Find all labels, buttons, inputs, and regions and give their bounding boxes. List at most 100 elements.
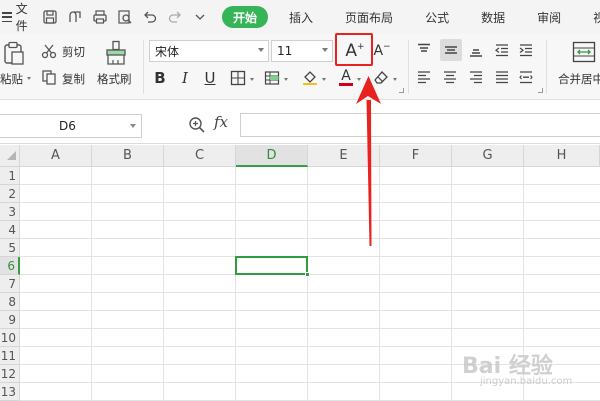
- align-top-icon[interactable]: [414, 40, 434, 60]
- fill-color-icon[interactable]: [300, 67, 320, 87]
- alignment-dialog-launcher-icon[interactable]: [538, 88, 543, 93]
- align-left-icon[interactable]: [414, 67, 434, 87]
- grid-line: [163, 167, 164, 401]
- chevron-down-icon: [130, 124, 136, 128]
- cut-label[interactable]: 剪切: [62, 44, 85, 60]
- row-header-12[interactable]: 12: [0, 365, 20, 383]
- distribute-icon[interactable]: [516, 67, 536, 87]
- row-header-8[interactable]: 8: [0, 293, 20, 311]
- align-center-icon[interactable]: [440, 67, 460, 87]
- grid-line: [20, 346, 600, 347]
- font-size-select[interactable]: 11: [271, 40, 333, 62]
- borders-icon[interactable]: [228, 68, 248, 88]
- save-icon[interactable]: [42, 9, 58, 25]
- tab-view[interactable]: 视图: [582, 6, 600, 28]
- paste-label[interactable]: 粘贴: [0, 71, 23, 87]
- cut-icon[interactable]: [40, 42, 58, 60]
- row-header-5[interactable]: 5: [0, 239, 20, 257]
- row-header-4[interactable]: 4: [0, 221, 20, 239]
- column-header-b[interactable]: B: [92, 145, 164, 167]
- column-header-c[interactable]: C: [164, 145, 236, 167]
- tab-insert[interactable]: 插入: [278, 6, 324, 28]
- select-all-triangle-icon: [7, 151, 16, 160]
- tab-data[interactable]: 数据: [470, 6, 516, 28]
- italic-button[interactable]: I: [175, 68, 195, 88]
- tab-home[interactable]: 开始: [222, 6, 269, 28]
- font-dialog-launcher-icon[interactable]: [399, 88, 404, 93]
- highlight-box: [335, 33, 373, 66]
- row-header-1[interactable]: 1: [0, 167, 20, 185]
- indent-increase-icon[interactable]: [516, 40, 536, 60]
- hamburger-icon: [2, 12, 12, 22]
- customize-toolbar-icon[interactable]: [192, 9, 208, 25]
- row-header-6[interactable]: 6: [0, 257, 20, 275]
- copy-icon[interactable]: [40, 68, 58, 86]
- undo-icon[interactable]: [142, 9, 158, 25]
- file-menu[interactable]: 文件: [0, 0, 32, 34]
- fill-color-dropdown-icon[interactable]: [322, 78, 326, 81]
- align-bottom-icon[interactable]: [466, 40, 486, 60]
- font-name-select[interactable]: 宋体: [149, 40, 269, 62]
- paste-icon[interactable]: [3, 41, 25, 65]
- redo-icon[interactable]: [167, 9, 183, 25]
- fill-handle[interactable]: [305, 272, 310, 277]
- grid-line: [20, 238, 600, 239]
- fx-label[interactable]: fx: [214, 113, 228, 131]
- eraser-dropdown-icon[interactable]: [393, 78, 397, 81]
- grid-line: [235, 167, 236, 401]
- format-painter-icon[interactable]: [104, 40, 128, 66]
- underline-button[interactable]: U: [200, 68, 220, 88]
- row-header-10[interactable]: 10: [0, 329, 20, 347]
- watermark-url: jingyan.baidu.com: [480, 376, 573, 387]
- row-header-9[interactable]: 9: [0, 311, 20, 329]
- column-header-d[interactable]: D: [236, 145, 308, 167]
- justify-icon[interactable]: [492, 67, 512, 87]
- selected-cell[interactable]: [235, 256, 308, 275]
- export-icon[interactable]: [67, 9, 83, 25]
- decrease-font-size-button[interactable]: A −: [372, 40, 392, 62]
- print-icon[interactable]: [92, 9, 108, 25]
- column-header-g[interactable]: G: [452, 145, 524, 167]
- copy-label[interactable]: 复制: [62, 71, 85, 87]
- row-header-11[interactable]: 11: [0, 347, 20, 365]
- format-painter-label[interactable]: 格式刷: [97, 71, 132, 87]
- merge-center-icon[interactable]: [572, 41, 596, 63]
- row-header-3[interactable]: 3: [0, 203, 20, 221]
- row-header-2[interactable]: 2: [0, 185, 20, 203]
- column-header-f[interactable]: F: [380, 145, 452, 167]
- grid-line: [20, 184, 600, 185]
- tab-formulas[interactable]: 公式: [414, 6, 460, 28]
- align-middle-icon[interactable]: [440, 39, 462, 61]
- cell-style-icon[interactable]: [262, 68, 282, 88]
- tab-review[interactable]: 审阅: [526, 6, 572, 28]
- formula-input[interactable]: [240, 113, 600, 137]
- column-header-e[interactable]: E: [308, 145, 380, 167]
- font-name-value: 宋体: [155, 44, 180, 59]
- grid-line: [20, 220, 600, 221]
- tab-page-layout[interactable]: 页面布局: [334, 6, 404, 28]
- grid-line: [20, 292, 600, 293]
- font-color-dropdown-icon[interactable]: [357, 78, 361, 81]
- row-header-13[interactable]: 13: [0, 383, 20, 401]
- paste-dropdown-icon[interactable]: [27, 77, 31, 80]
- align-right-icon[interactable]: [466, 67, 486, 87]
- cell-style-dropdown-icon[interactable]: [284, 78, 288, 81]
- grid-line: [20, 310, 600, 311]
- ribbon-separator: [408, 40, 409, 94]
- borders-dropdown-icon[interactable]: [250, 78, 254, 81]
- font-color-icon: A: [341, 67, 351, 84]
- font-color-button[interactable]: A: [336, 67, 356, 87]
- indent-decrease-icon[interactable]: [492, 40, 512, 60]
- column-header-h[interactable]: H: [524, 145, 600, 167]
- chevron-down-icon: [258, 48, 264, 52]
- eraser-icon[interactable]: [371, 67, 391, 87]
- column-header-a[interactable]: A: [20, 145, 92, 167]
- row-header-7[interactable]: 7: [0, 275, 20, 293]
- bold-button[interactable]: B: [150, 68, 170, 88]
- print-preview-icon[interactable]: [117, 9, 133, 25]
- font-size-value: 11: [277, 44, 293, 58]
- name-box[interactable]: D6: [0, 114, 142, 138]
- zoom-icon[interactable]: [188, 116, 206, 134]
- merge-center-label[interactable]: 合并居中: [558, 71, 600, 87]
- quick-access-toolbar: [42, 9, 208, 25]
